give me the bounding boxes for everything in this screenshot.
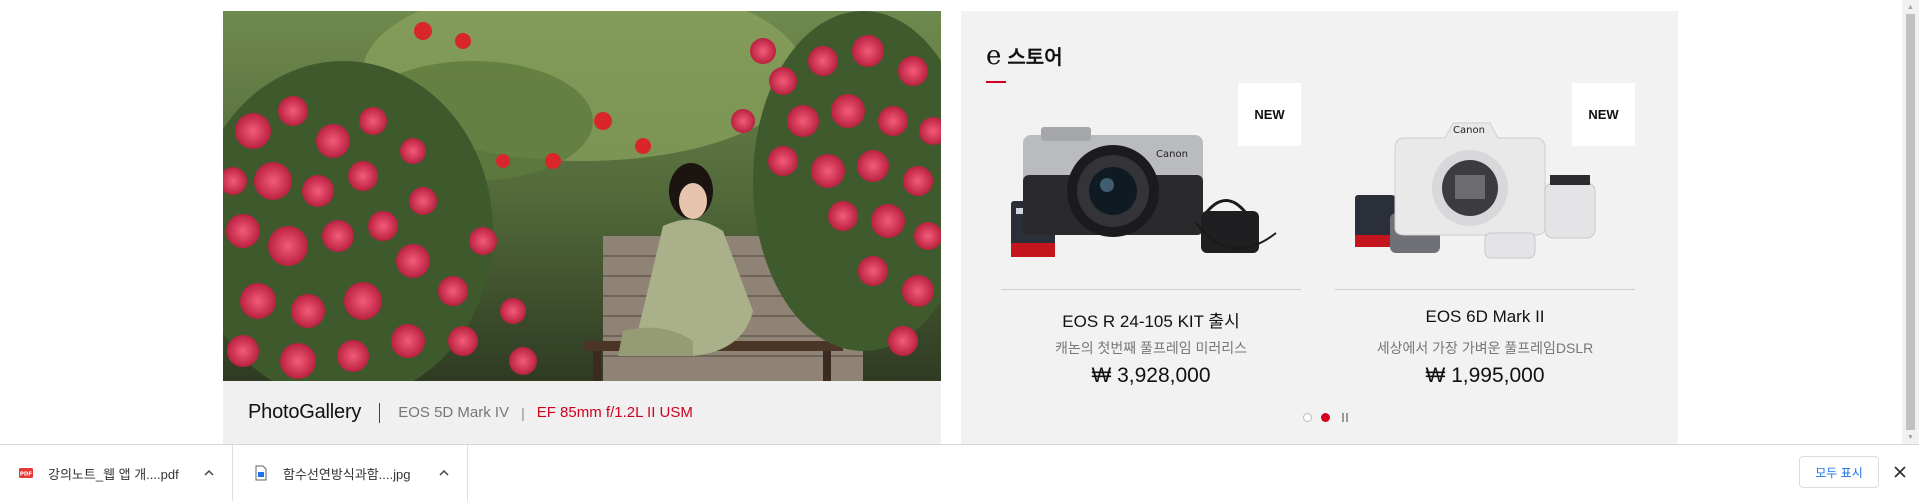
download-filename: 함수선연방식과함....jpg	[283, 466, 411, 482]
pause-icon[interactable]	[1342, 413, 1348, 422]
download-item[interactable]: PDF 강의노트_웹 앱 개....pdf	[0, 445, 233, 501]
product-card[interactable]: Canon NEW EOS 6D Mark II 세상에서 가장 가벼운 풀프레…	[1335, 83, 1635, 387]
product-price: ₩ 3,928,000	[1091, 364, 1211, 387]
rose-garden-photo	[223, 11, 941, 381]
estore-title: 스토어	[1007, 47, 1063, 69]
estore-e-logo: e	[986, 41, 1002, 71]
photo-gallery: PhotoGallery EOS 5D Mark IV | EF 85mm f/…	[223, 11, 941, 444]
scroll-down-arrow-icon[interactable]: ▼	[1902, 430, 1919, 444]
show-all-downloads-button[interactable]: 모두 표시	[1799, 456, 1879, 488]
product-image[interactable]: Canon NEW	[1001, 83, 1301, 288]
gallery-title[interactable]: PhotoGallery	[248, 401, 361, 424]
estore-heading[interactable]: e 스토어	[986, 41, 1063, 70]
new-badge: NEW	[1572, 83, 1635, 146]
download-shelf: PDF 강의노트_웹 앱 개....pdf 함수선연방식과함....jpg 모두…	[0, 444, 1919, 501]
pdf-file-icon: PDF	[19, 468, 33, 478]
svg-text:Canon: Canon	[1453, 125, 1485, 136]
gallery-photo[interactable]	[223, 11, 941, 381]
chevron-up-icon[interactable]	[439, 468, 449, 478]
gallery-lens-model: EF 85mm f/1.2L II USM	[536, 404, 693, 421]
gallery-camera-model: EOS 5D Mark IV	[398, 404, 510, 421]
download-filename: 강의노트_웹 앱 개....pdf	[48, 466, 179, 482]
caption-divider	[379, 402, 381, 423]
product-description: 세상에서 가장 가벼운 풀프레임DSLR	[1376, 340, 1594, 356]
close-icon[interactable]	[1893, 465, 1907, 479]
chevron-up-icon[interactable]	[204, 468, 214, 478]
gallery-caption: PhotoGallery EOS 5D Mark IV | EF 85mm f/…	[223, 381, 941, 444]
svg-text:Canon: Canon	[1156, 149, 1188, 160]
product-image[interactable]: Canon NEW	[1335, 83, 1635, 288]
download-item[interactable]: 함수선연방식과함....jpg	[233, 445, 468, 501]
scroll-up-arrow-icon[interactable]: ▲	[1902, 0, 1919, 14]
product-name[interactable]: EOS 6D Mark II	[1335, 307, 1635, 327]
image-file-icon	[255, 465, 267, 481]
web-page: PhotoGallery EOS 5D Mark IV | EF 85mm f/…	[0, 0, 1902, 444]
product-price: ₩ 1,995,000	[1425, 364, 1545, 387]
page-scrollbar[interactable]: ▲ ▼	[1902, 0, 1919, 444]
product-description: 캐논의 첫번째 풀프레임 미러리스	[1055, 340, 1247, 356]
product-name[interactable]: EOS R 24-105 KIT 출시	[1001, 307, 1301, 332]
product-divider	[1001, 289, 1301, 290]
carousel-dot[interactable]	[1303, 413, 1312, 422]
caption-separator: |	[521, 404, 525, 421]
product-card[interactable]: Canon NEW EOS R 24-105 KIT 출시 캐논의 첫번째 풀프…	[1001, 83, 1301, 387]
carousel-pager	[1303, 413, 1348, 422]
estore-panel: e 스토어 Canon NEW EOS R 24-105 KIT 출시 캐논의 …	[961, 11, 1678, 444]
product-divider	[1335, 289, 1635, 290]
svg-text:PDF: PDF	[20, 472, 33, 478]
carousel-dot-active[interactable]	[1321, 413, 1330, 422]
new-badge: NEW	[1238, 83, 1301, 146]
scrollbar-thumb[interactable]	[1906, 14, 1915, 430]
